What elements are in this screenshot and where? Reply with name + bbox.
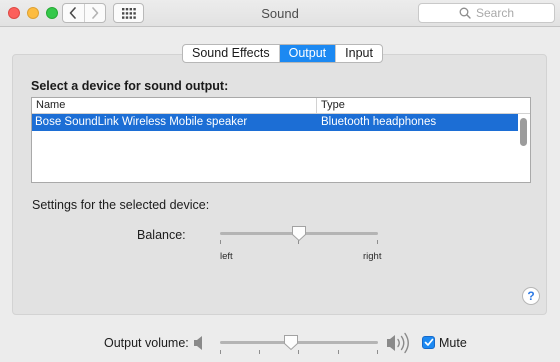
balance-left-label: left	[220, 251, 233, 262]
device-type: Bluetooth headphones	[321, 116, 437, 128]
checkmark-icon	[424, 338, 433, 346]
titlebar: Sound Search	[0, 0, 560, 27]
settings-heading: Settings for the selected device:	[32, 198, 210, 212]
column-header-type[interactable]: Type	[317, 98, 530, 113]
volume-tick	[338, 350, 339, 354]
volume-tick	[220, 350, 221, 354]
device-table[interactable]: Name Type Bose SoundLink Wireless Mobile…	[31, 97, 531, 183]
output-device-heading: Select a device for sound output:	[31, 79, 229, 93]
mute-checkbox[interactable]	[422, 336, 435, 349]
mute-label[interactable]: Mute	[439, 336, 467, 350]
balance-tick	[220, 240, 221, 244]
navigation-buttons	[62, 3, 106, 23]
search-placeholder: Search	[475, 6, 515, 20]
close-window-button[interactable]	[8, 7, 20, 19]
balance-label: Balance:	[137, 228, 186, 242]
device-name: Bose SoundLink Wireless Mobile speaker	[35, 116, 248, 128]
speaker-high-icon	[387, 332, 409, 354]
balance-tick	[377, 240, 378, 244]
tab-sound-effects[interactable]: Sound Effects	[183, 45, 279, 62]
forward-button[interactable]	[83, 4, 106, 22]
show-all-button[interactable]	[113, 3, 144, 23]
volume-tick	[377, 350, 378, 354]
speaker-low-icon	[194, 336, 202, 350]
zoom-window-button[interactable]	[46, 7, 58, 19]
tab-bar: Sound Effects Output Input	[182, 44, 383, 63]
column-header-name[interactable]: Name	[32, 98, 317, 113]
grid-icon	[121, 7, 136, 19]
minimize-window-button[interactable]	[27, 7, 39, 19]
chevron-right-icon	[91, 7, 99, 19]
volume-slider-thumb[interactable]	[283, 334, 299, 351]
chevron-left-icon	[69, 7, 77, 19]
back-button[interactable]	[63, 4, 84, 22]
table-row[interactable]: Bose SoundLink Wireless Mobile speaker B…	[32, 114, 518, 131]
search-field[interactable]: Search	[418, 3, 555, 23]
output-panel	[12, 54, 547, 315]
help-button[interactable]: ?	[522, 287, 540, 305]
output-volume-label: Output volume:	[104, 336, 189, 350]
volume-tick	[259, 350, 260, 354]
balance-right-label: right	[363, 251, 382, 262]
tab-input[interactable]: Input	[335, 45, 382, 62]
balance-slider-thumb[interactable]	[291, 225, 307, 242]
search-icon	[459, 7, 471, 19]
tab-output[interactable]: Output	[278, 45, 336, 62]
table-scrollbar[interactable]	[520, 118, 527, 146]
table-header: Name Type	[32, 98, 530, 114]
